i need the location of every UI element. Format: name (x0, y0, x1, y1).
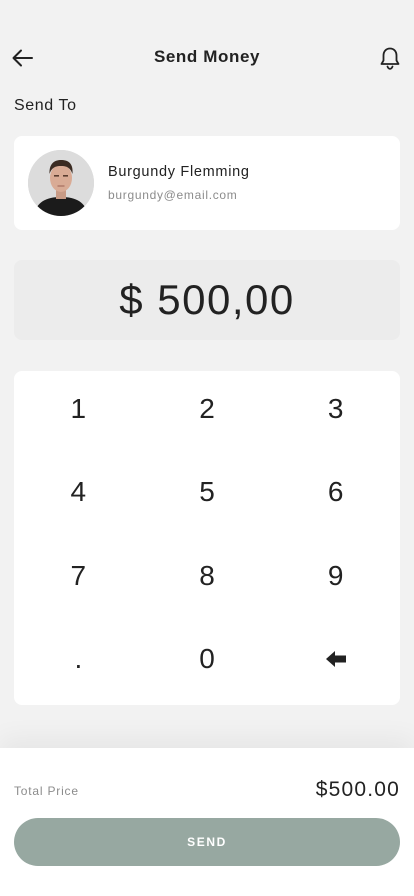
key-7[interactable]: 7 (14, 538, 143, 622)
recipient-name: Burgundy Flemming (108, 164, 250, 180)
key-1[interactable]: 1 (14, 371, 143, 455)
key-5[interactable]: 5 (143, 455, 272, 539)
send-to-label: Send To (14, 97, 77, 114)
key-6[interactable]: 6 (271, 455, 400, 539)
amount-value: $ 500,00 (119, 276, 295, 323)
total-price-value: $500.00 (315, 778, 400, 801)
backspace-arrow-icon (325, 651, 346, 668)
bell-icon (380, 47, 400, 70)
total-price-label: Total Price (14, 784, 79, 798)
key-2[interactable]: 2 (143, 371, 272, 455)
key-3[interactable]: 3 (271, 371, 400, 455)
notifications-button[interactable] (378, 45, 402, 71)
send-button[interactable]: SEND (14, 818, 400, 866)
recipient-card[interactable]: Burgundy Flemming burgundy@email.com (14, 136, 400, 230)
avatar (28, 150, 94, 216)
send-money-screen: Send Money Send To Burgundy Flemming bur… (0, 0, 414, 896)
number-keypad: 1 2 3 4 5 6 7 8 9 . 0 (14, 371, 400, 705)
key-backspace[interactable] (271, 622, 400, 706)
key-decimal[interactable]: . (14, 622, 143, 706)
recipient-email: burgundy@email.com (108, 188, 238, 202)
checkout-panel: Total Price $500.00 SEND (0, 748, 414, 896)
key-8[interactable]: 8 (143, 538, 272, 622)
key-4[interactable]: 4 (14, 455, 143, 539)
amount-display: $ 500,00 (14, 260, 400, 340)
key-9[interactable]: 9 (271, 538, 400, 622)
key-0[interactable]: 0 (143, 622, 272, 706)
page-title: Send Money (153, 47, 261, 66)
